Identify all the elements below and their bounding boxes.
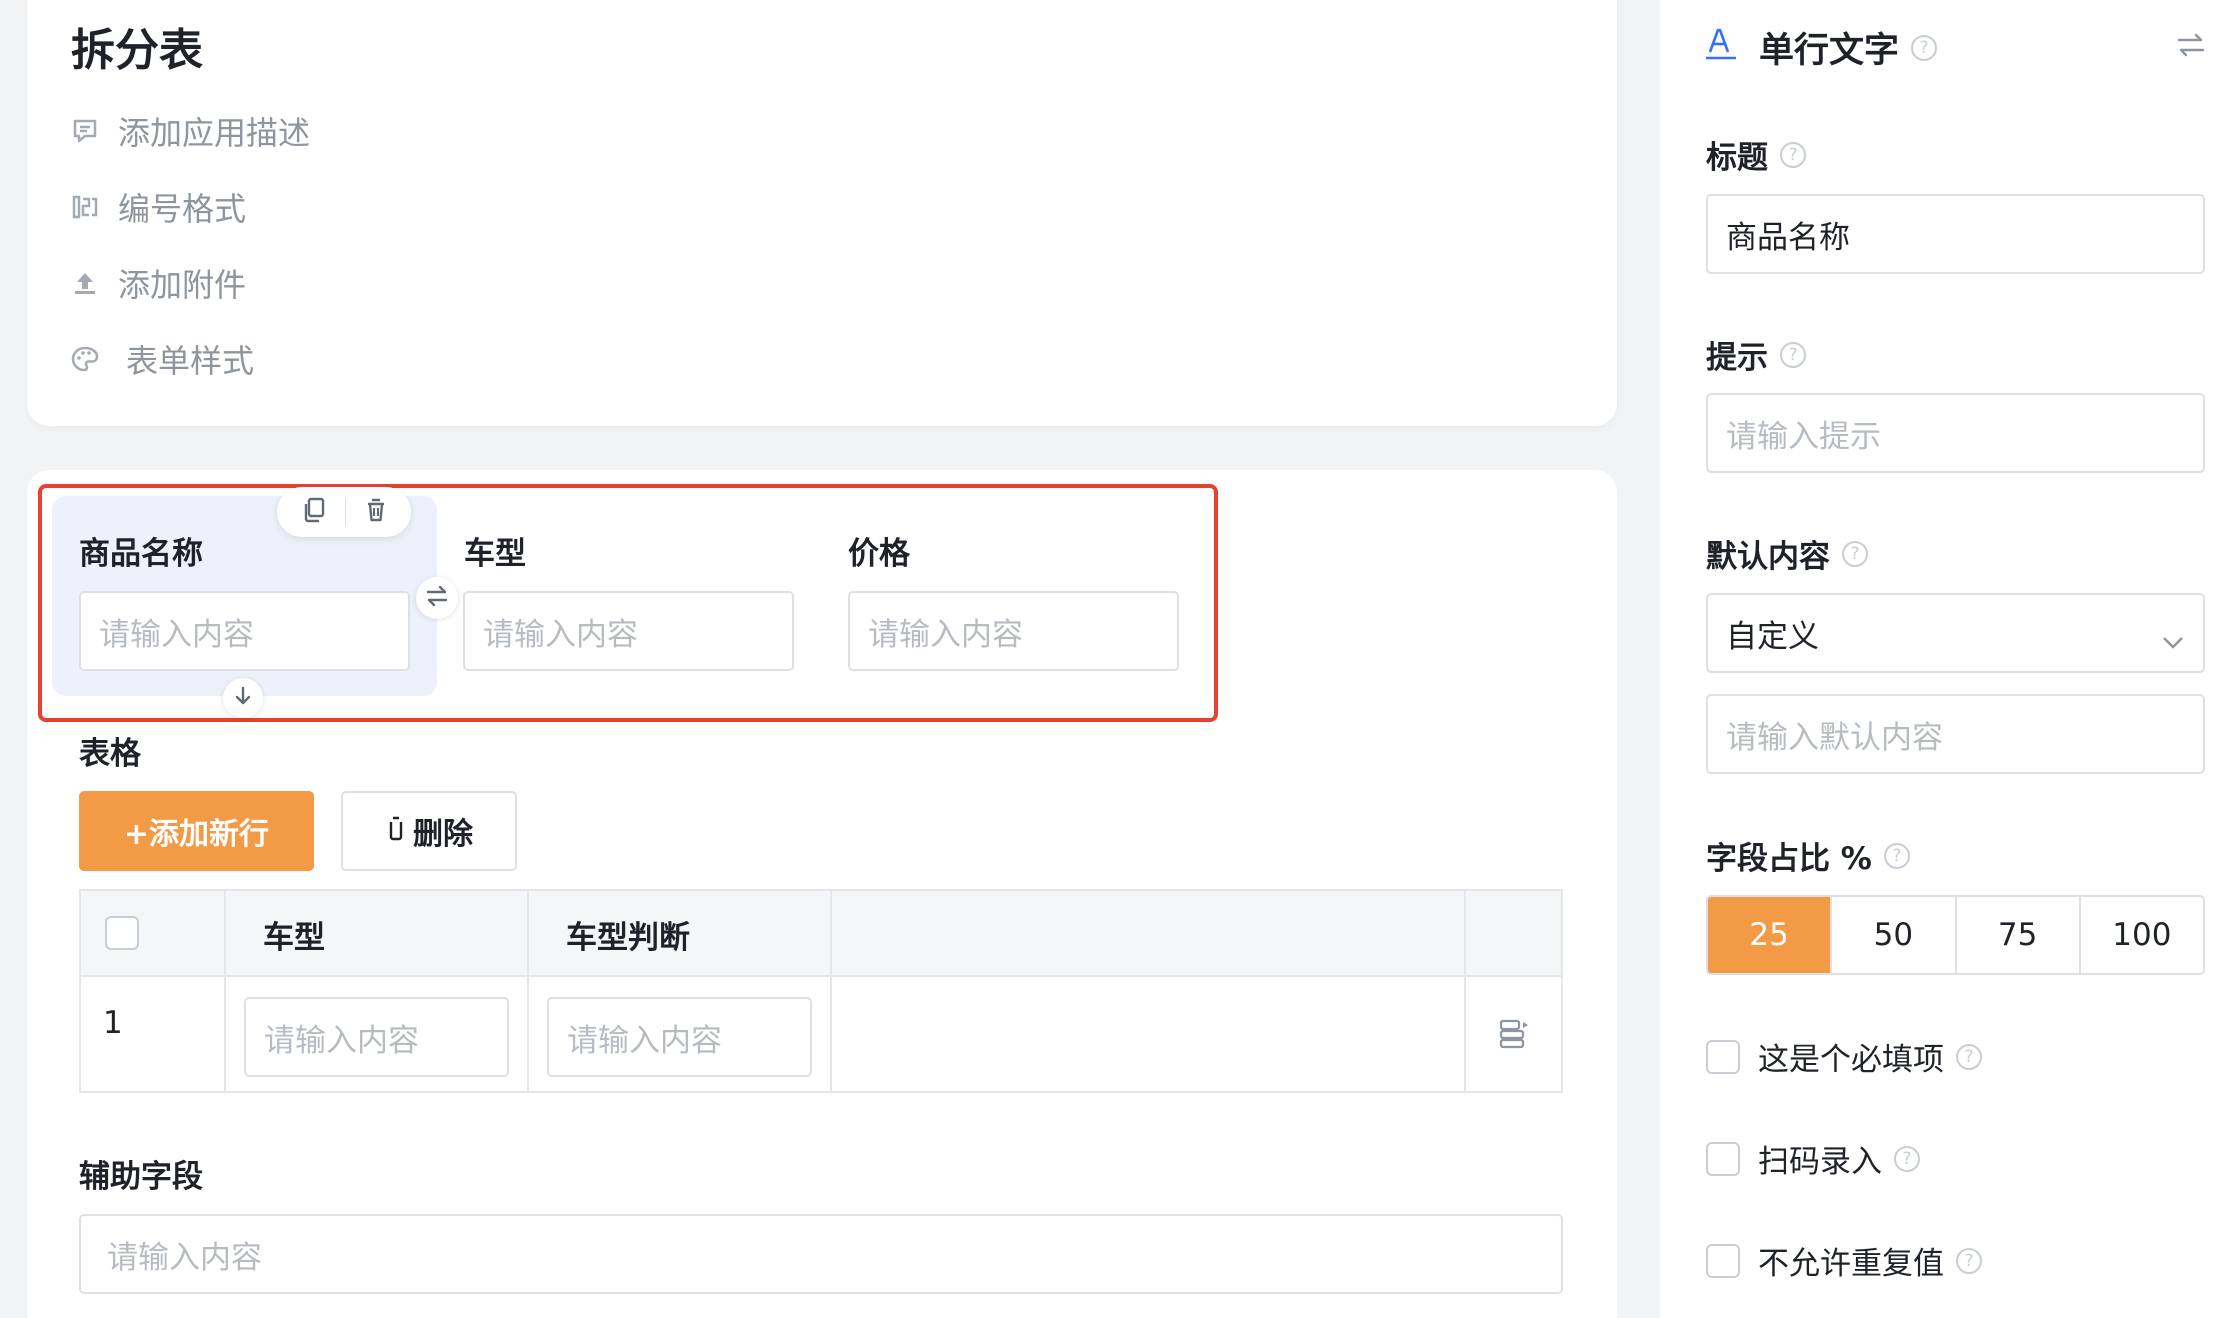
aux-field-input[interactable]: 请输入内容 <box>79 1214 1563 1294</box>
add-description-label: 添加应用描述 <box>118 114 311 152</box>
field-ratio-label-text: 字段占比 % <box>1706 841 1872 877</box>
add-description-item[interactable]: 添加应用描述 <box>70 106 310 156</box>
no-duplicate-label: 不允许重复值 <box>1758 1246 1944 1282</box>
product-name-input[interactable]: 请输入内容 <box>79 591 410 671</box>
title-input[interactable]: 商品名称 <box>1706 194 2205 274</box>
form-style-label: 表单样式 <box>126 342 255 380</box>
field-label-price: 价格 <box>848 536 910 572</box>
action-separator <box>344 498 346 526</box>
number-format-label: 编号格式 <box>118 190 247 228</box>
add-attachment-label: 添加附件 <box>118 266 247 304</box>
copy-icon[interactable] <box>300 496 328 528</box>
field-label-car-model: 车型 <box>464 536 526 572</box>
hint-label: 提示 ? <box>1706 332 1806 377</box>
swap-icon <box>424 583 450 613</box>
column-header-car-model: 车型 <box>263 919 325 956</box>
form-header-card <box>27 0 1617 426</box>
table-section-label: 表格 <box>79 736 141 772</box>
car-model-input[interactable]: 请输入内容 <box>463 591 794 671</box>
no-duplicate-option[interactable]: 不允许重复值 ? <box>1706 1238 1982 1283</box>
default-content-select[interactable]: 自定义 <box>1706 593 2205 673</box>
form-style-item[interactable]: 表单样式 <box>70 334 254 384</box>
default-content-label-text: 默认内容 <box>1706 539 1830 575</box>
move-down-button[interactable] <box>223 678 263 718</box>
ratio-option-25[interactable]: 25 <box>1708 897 1831 973</box>
ratio-option-50[interactable]: 50 <box>1830 897 1954 973</box>
row-index: 1 <box>103 1005 123 1041</box>
add-row-button[interactable]: +添加新行 <box>79 791 314 871</box>
price-input[interactable]: 请输入内容 <box>848 591 1179 671</box>
help-icon[interactable]: ? <box>1780 341 1806 368</box>
add-attachment-item[interactable]: 添加附件 <box>70 258 246 308</box>
ratio-option-75[interactable]: 75 <box>1954 897 2079 973</box>
help-icon[interactable]: ? <box>1883 842 1910 869</box>
text-field-icon <box>1704 26 1738 66</box>
delete-row-button[interactable]: 删除 <box>341 791 517 871</box>
field-action-bar <box>277 487 411 537</box>
column-divider <box>1464 891 1466 1091</box>
scan-input-checkbox[interactable] <box>1706 1141 1740 1176</box>
help-icon[interactable]: ? <box>1911 34 1938 61</box>
default-content-input[interactable]: 请输入默认内容 <box>1706 694 2205 774</box>
help-icon[interactable]: ? <box>1842 540 1868 567</box>
palette-icon <box>70 344 100 374</box>
numbering-icon <box>70 192 100 222</box>
help-icon[interactable]: ? <box>1956 1247 1982 1274</box>
hint-input[interactable]: 请输入提示 <box>1706 393 2205 473</box>
comment-icon <box>70 116 100 146</box>
hint-label-text: 提示 <box>1706 340 1768 376</box>
required-checkbox[interactable] <box>1706 1039 1740 1074</box>
chevron-down-icon <box>2161 623 2185 659</box>
column-header-car-model-judgment: 车型判断 <box>566 919 690 956</box>
no-duplicate-checkbox[interactable] <box>1706 1243 1740 1278</box>
sub-table: 车型 车型判断 1 请输入内容 请输入内容 <box>79 889 1563 1093</box>
select-all-checkbox[interactable] <box>105 916 139 950</box>
scan-input-label: 扫码录入 <box>1758 1144 1882 1180</box>
column-divider <box>527 891 529 1091</box>
arrow-down-icon <box>232 685 254 711</box>
row-detail-icon[interactable] <box>1499 1019 1531 1053</box>
field-ratio-label: 字段占比 % ? <box>1706 833 1910 878</box>
upload-icon <box>70 268 100 298</box>
title-label-text: 标题 <box>1706 140 1768 176</box>
switch-field-type-icon[interactable] <box>2175 30 2207 64</box>
help-icon[interactable]: ? <box>1956 1043 1982 1070</box>
column-divider <box>224 891 226 1091</box>
field-type-title: 单行文字 ? <box>1759 22 1938 73</box>
field-label-product-name: 商品名称 <box>79 536 203 572</box>
row-car-model-input[interactable]: 请输入内容 <box>244 997 509 1077</box>
row-car-model-judgment-input[interactable]: 请输入内容 <box>547 997 812 1077</box>
form-title[interactable]: 拆分表 <box>71 14 203 78</box>
scan-input-option[interactable]: 扫码录入 ? <box>1706 1136 1920 1181</box>
trash-icon[interactable] <box>363 496 389 528</box>
default-content-label: 默认内容 ? <box>1706 531 1868 576</box>
aux-field-label: 辅助字段 <box>79 1159 203 1195</box>
required-label: 这是个必填项 <box>1758 1042 1944 1078</box>
field-ratio-segmented: 25 50 75 100 <box>1706 895 2205 975</box>
help-icon[interactable]: ? <box>1894 1145 1920 1172</box>
field-type-label: 单行文字 <box>1759 31 1900 71</box>
delete-button-label: 删除 <box>413 817 473 852</box>
ratio-option-100[interactable]: 100 <box>2078 897 2203 973</box>
title-label: 标题 ? <box>1706 132 1806 177</box>
swap-fields-button[interactable] <box>416 577 458 619</box>
trash-icon <box>385 814 407 849</box>
default-content-select-value: 自定义 <box>1726 618 1819 655</box>
column-divider <box>830 891 832 1091</box>
required-option[interactable]: 这是个必填项 ? <box>1706 1034 1982 1079</box>
help-icon[interactable]: ? <box>1780 141 1806 168</box>
number-format-item[interactable]: 编号格式 <box>70 182 246 232</box>
